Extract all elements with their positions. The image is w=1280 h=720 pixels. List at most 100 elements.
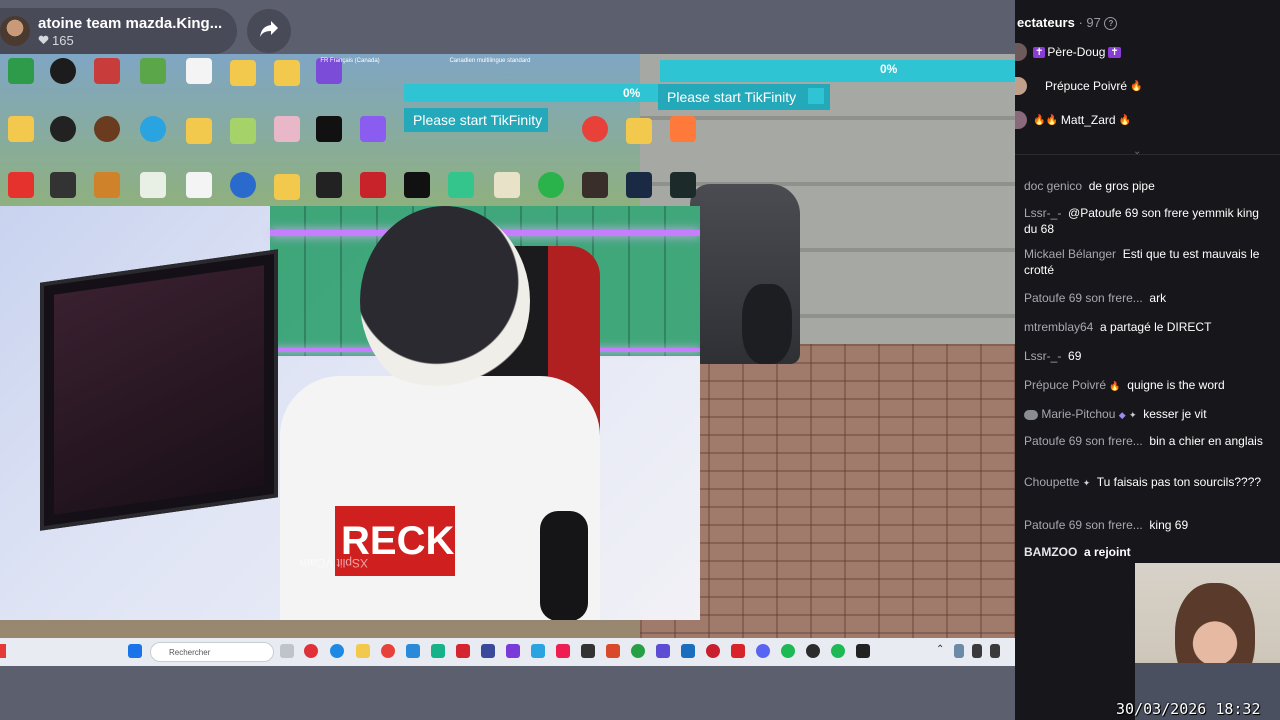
spotify-icon[interactable] [831,644,845,658]
citicar-icon[interactable] [538,172,564,198]
chat-text: de gros pipe [1088,179,1155,193]
folder-icon[interactable] [626,118,652,144]
rl-icon[interactable] [316,172,342,198]
tray-chevron-icon[interactable]: ⌃ [936,644,944,655]
streamlabs-icon[interactable] [448,172,474,198]
chrome-icon[interactable] [381,644,395,658]
tray-icon[interactable] [954,644,964,658]
folder-icon[interactable] [274,60,300,86]
app-icon[interactable] [731,644,745,658]
app-icon[interactable] [656,644,670,658]
openiv-icon[interactable] [494,172,520,198]
app-icon[interactable] [531,644,545,658]
share-button[interactable] [247,9,291,53]
folder-icon[interactable] [230,60,256,86]
app-icon[interactable] [431,644,445,658]
sprite-icon[interactable] [230,118,256,144]
app-icon[interactable] [606,644,620,658]
host-info[interactable]: atoine team mazda.King... 165 [0,8,237,54]
edge-icon[interactable] [330,644,344,658]
viewer-name: Père-Doug [1047,45,1106,59]
avatar[interactable] [0,16,30,46]
chat-username[interactable]: doc genico [1024,179,1082,193]
chat-text: a rejoint [1084,545,1131,559]
app-icon[interactable] [581,644,595,658]
opera-icon[interactable] [304,644,318,658]
roblox-icon[interactable] [94,58,120,84]
azzamods-icon[interactable] [670,116,696,142]
file-icon[interactable] [186,172,212,198]
stream-view: FR Français (Canada) Canadien multilingu… [0,0,1015,720]
voicemod-icon[interactable] [670,172,696,198]
xbox-icon[interactable] [631,644,645,658]
chat-username[interactable]: Patoufe 69 son frere... [1024,291,1143,305]
volume-icon[interactable] [990,644,1000,658]
chat-username[interactable]: Prépuce Poivré [1024,378,1106,392]
cannabis-icon[interactable] [140,172,166,198]
epic-icon[interactable] [50,116,76,142]
wifi-icon[interactable] [972,644,982,658]
discord-icon[interactable] [756,644,770,658]
warframe-icon[interactable] [316,116,342,142]
viewers-header[interactable]: ectateurs · 97 ? [1017,15,1118,31]
chat-message: Patoufe 69 son frere... ark [1024,290,1269,306]
gem-badge-icon: ◆ [1118,410,1126,420]
folder-icon[interactable] [8,116,34,142]
top-viewer[interactable]: ✝ Père-Doug ✝ [1015,41,1121,63]
casino-icon[interactable] [626,172,652,198]
viewer-badge: ✝ [1033,46,1046,58]
file-icon[interactable] [186,58,212,84]
sparkle-badge-icon: ✦ [1082,478,1091,488]
taskview-icon[interactable] [280,644,294,658]
image-icon[interactable] [274,116,300,142]
chevron-down-icon[interactable]: ⌄ [1133,146,1141,157]
host-name[interactable]: atoine team mazda.King... [38,15,222,32]
chat-username[interactable]: BAMZOO [1024,545,1077,559]
chat-username[interactable]: Patoufe 69 son frere... [1024,518,1143,532]
app-icon[interactable] [456,644,470,658]
bluestacks-icon[interactable] [360,116,386,142]
app-icon[interactable] [706,644,720,658]
tiktok-icon[interactable] [556,644,570,658]
chat-username[interactable]: Marie-Pitchou [1041,407,1115,421]
store-icon[interactable] [406,644,420,658]
app-icon[interactable] [681,644,695,658]
app-icon[interactable] [481,644,495,658]
minecraft-icon[interactable] [140,58,166,84]
app-icon[interactable] [506,644,520,658]
viewer-name: Prépuce Poivré [1045,79,1128,93]
anydesk-icon[interactable] [8,172,34,198]
chat-username[interactable]: Lssr-_- [1024,349,1061,363]
chat-username[interactable]: mtremblay64 [1024,320,1093,334]
chat-username[interactable]: Mickael Bélanger [1024,247,1116,261]
chat-username[interactable]: Lssr-_- [1024,206,1061,220]
telegram-icon[interactable] [140,116,166,142]
avs-icon[interactable] [50,172,76,198]
folder-icon[interactable] [274,174,300,200]
xbox-icon[interactable] [50,58,76,84]
chrome-icon[interactable] [582,116,608,142]
games-icon[interactable] [582,172,608,198]
taskbar-search-input[interactable]: Rechercher [150,642,274,662]
dolphin-icon[interactable] [94,116,120,142]
folder-icon[interactable] [186,118,212,144]
pdf-icon[interactable] [360,172,386,198]
log360-icon[interactable] [8,58,34,84]
obs-icon[interactable] [806,644,820,658]
vcam-watermark: XSplit VCam [300,556,369,570]
settings-icon[interactable] [230,172,256,198]
pip-webcam [1135,563,1280,720]
folder-icon[interactable] [356,644,370,658]
chat-username[interactable]: Patoufe 69 son frere... [1024,434,1143,448]
top-viewer[interactable]: Prépuce Poivré 🔥 [1015,75,1143,97]
windows-start-icon[interactable] [128,644,142,658]
crash-icon[interactable] [94,172,120,198]
avatar [1024,409,1038,420]
call-of-duty-icon[interactable] [404,172,430,198]
top-viewer[interactable]: 🔥🔥 Matt_Zard 🔥 [1015,109,1131,131]
help-icon[interactable]: ? [1104,17,1118,31]
app-icon[interactable] [856,644,870,658]
spotify-icon[interactable] [781,644,795,658]
notification-icon[interactable] [0,644,6,658]
chat-username[interactable]: Choupette [1024,475,1079,489]
